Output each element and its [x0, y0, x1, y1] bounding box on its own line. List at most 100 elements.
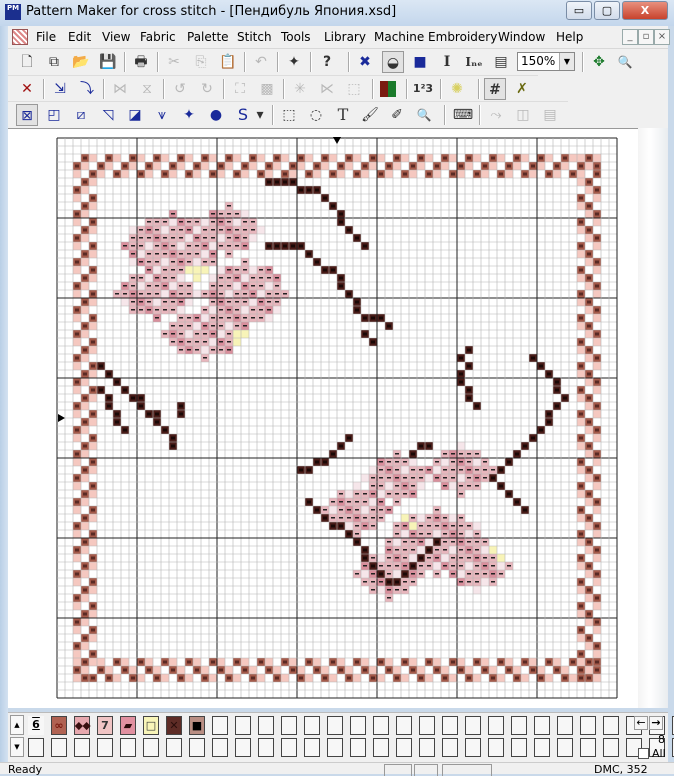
palette-empty-cell[interactable]	[442, 738, 458, 757]
stitch-symbol	[459, 549, 463, 551]
stitch-symbol	[211, 285, 215, 287]
stitch-cell	[457, 474, 465, 482]
palette-empty-cell[interactable]	[419, 716, 435, 735]
palette-empty-cell[interactable]	[281, 716, 297, 735]
palette-empty-cell[interactable]	[235, 738, 251, 757]
palette-empty-cell[interactable]	[511, 716, 527, 735]
palette-empty-cell[interactable]	[166, 738, 182, 757]
stitch-symbol	[419, 541, 423, 543]
palette-empty-cell[interactable]	[304, 716, 320, 735]
palette-empty-cell[interactable]	[373, 738, 389, 757]
palette-empty-cell[interactable]	[557, 716, 573, 735]
palette-empty-cell[interactable]	[511, 738, 527, 757]
stitch-symbol	[155, 293, 159, 295]
palette-empty-cell[interactable]	[580, 716, 596, 735]
palette-empty-cell[interactable]	[327, 716, 343, 735]
stitch-cell	[577, 514, 585, 522]
stitch-cell	[505, 170, 513, 178]
palette-empty-cell[interactable]	[534, 716, 550, 735]
stitch-symbol	[395, 485, 399, 487]
palette-next-button[interactable]: →	[649, 716, 663, 730]
stitch-symbol	[227, 341, 231, 343]
palette-empty-cell[interactable]	[143, 738, 159, 757]
palette-empty-cell[interactable]	[465, 738, 481, 757]
palette-empty-cell[interactable]	[235, 716, 251, 735]
palette-empty-cell[interactable]	[258, 716, 274, 735]
palette-empty-cell[interactable]	[304, 738, 320, 757]
stitch-cell	[89, 634, 97, 642]
stitch-symbol	[483, 557, 487, 559]
stitch-symbol	[187, 221, 191, 223]
stitch-symbol	[411, 452, 415, 456]
all-checkbox[interactable]: All	[638, 747, 666, 760]
stitch-cell	[457, 442, 465, 450]
palette-empty-cell[interactable]	[350, 716, 366, 735]
stitch-symbol	[155, 309, 159, 311]
stitch-symbol	[587, 420, 591, 424]
palette-empty-cell[interactable]	[97, 738, 113, 757]
palette-color-4[interactable]: 7	[97, 716, 113, 735]
palette-color-5[interactable]: ▰	[120, 716, 136, 735]
palette-empty-cell[interactable]	[28, 738, 44, 757]
palette-empty-cell[interactable]	[373, 716, 389, 735]
stitch-cell	[577, 562, 585, 570]
palette-empty-cell[interactable]	[327, 738, 343, 757]
palette-up-button[interactable]: ▲	[10, 715, 24, 735]
palette-empty-cell[interactable]	[281, 738, 297, 757]
stitch-grid[interactable]	[0, 0, 674, 774]
palette-empty-cell[interactable]	[212, 716, 228, 735]
palette-empty-cell[interactable]	[120, 738, 136, 757]
stitch-symbol	[467, 557, 471, 559]
palette-color-6[interactable]: □	[143, 716, 159, 735]
stitch-symbol	[579, 652, 583, 656]
stitch-cell	[425, 538, 433, 546]
stitch-cell	[201, 314, 209, 322]
stitch-cell	[585, 642, 593, 650]
palette-empty-cell[interactable]	[189, 738, 205, 757]
palette-empty-cell[interactable]	[258, 738, 274, 757]
stitch-symbol	[275, 293, 279, 295]
palette-empty-cell[interactable]	[488, 716, 504, 735]
stitch-symbol	[491, 573, 495, 575]
stitch-cell	[361, 474, 369, 482]
stitch-symbol	[395, 525, 399, 527]
palette-empty-cell[interactable]	[51, 738, 67, 757]
stitch-symbol	[459, 541, 463, 543]
stitch-symbol	[171, 341, 175, 343]
palette-color-8[interactable]: ■	[189, 716, 205, 735]
palette-empty-cell[interactable]	[419, 738, 435, 757]
palette-empty-cell[interactable]	[442, 716, 458, 735]
palette-color-2[interactable]: ∞	[51, 716, 67, 735]
checkbox-box[interactable]	[638, 748, 649, 759]
palette-color-7[interactable]: ✕	[166, 716, 182, 735]
stitch-symbol	[387, 477, 391, 479]
palette-empty-cell[interactable]	[465, 716, 481, 735]
stitch-cell	[129, 666, 137, 674]
stitch-cell	[593, 218, 601, 226]
palette-empty-cell[interactable]	[74, 738, 90, 757]
palette-color-1[interactable]: 6	[28, 716, 44, 735]
stitch-symbol	[155, 229, 159, 231]
palette-color-3[interactable]: ⬥⬥	[74, 716, 90, 735]
stitch-symbol	[227, 156, 231, 160]
palette-empty-cell[interactable]	[212, 738, 228, 757]
palette-empty-cell[interactable]	[488, 738, 504, 757]
palette-empty-cell[interactable]	[396, 738, 412, 757]
stitch-symbol	[579, 556, 583, 560]
palette-empty-cell[interactable]	[396, 716, 412, 735]
palette-empty-cell[interactable]	[350, 738, 366, 757]
stitch-cell	[105, 162, 113, 170]
stitch-symbol	[83, 612, 87, 616]
palette-prev-button[interactable]: ←	[634, 716, 648, 730]
stitch-symbol	[291, 244, 295, 248]
palette-empty-cell[interactable]	[557, 738, 573, 757]
palette-down-button[interactable]: ▼	[10, 737, 24, 757]
stitch-symbol	[211, 237, 215, 239]
palette-empty-cell[interactable]	[534, 738, 550, 757]
stitch-cell	[201, 346, 209, 354]
palette-empty-cell[interactable]	[603, 738, 619, 757]
palette-empty-cell[interactable]	[580, 738, 596, 757]
stitch-symbol	[403, 172, 407, 176]
palette-empty-cell[interactable]	[603, 716, 619, 735]
stitch-cell	[401, 514, 409, 522]
